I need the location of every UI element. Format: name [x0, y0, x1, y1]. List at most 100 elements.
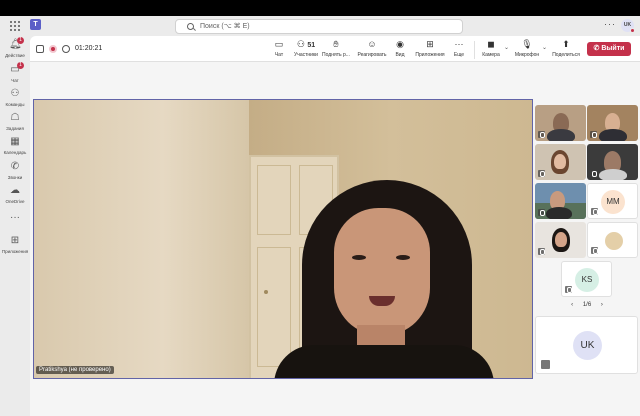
- rail-item-teams[interactable]: ⚇ Команды: [0, 88, 30, 112]
- user-initials: UK: [623, 22, 632, 28]
- participant-tile[interactable]: MM: [587, 183, 638, 219]
- rail-item-activity[interactable]: 🔔︎ 1 Действие: [0, 37, 30, 63]
- share-button[interactable]: ⬆︎ Поделиться: [552, 39, 580, 61]
- more-apps-icon: ···: [10, 212, 20, 223]
- participant-tile[interactable]: [535, 144, 586, 180]
- calendar-icon: ▦: [10, 136, 20, 147]
- participant-tile[interactable]: [535, 222, 586, 258]
- participant-tile[interactable]: [535, 183, 586, 219]
- share-label: Поделиться: [552, 52, 580, 58]
- self-initials: UK: [573, 331, 602, 360]
- mic-muted-icon: [538, 131, 545, 138]
- mic-off-icon: 🎙︎: [521, 39, 533, 49]
- info-icon[interactable]: [62, 45, 70, 53]
- participant-initials: MM: [601, 190, 625, 214]
- participants-button[interactable]: ⚇ 51 Участники: [291, 39, 321, 61]
- speaker-face: [334, 208, 430, 336]
- apps-button[interactable]: ⊞ Приложения: [414, 39, 446, 61]
- participants-label: Участники: [294, 52, 318, 58]
- search-input[interactable]: Поиск (⌥ ⌘ E): [175, 19, 463, 34]
- microphone-button[interactable]: 🎙︎ Микрофон: [514, 39, 540, 61]
- more-icon: ···: [454, 39, 464, 49]
- gallery-pager: ‹ 1/6 ›: [565, 302, 609, 308]
- participant-initials: KS: [575, 268, 599, 292]
- rail-item-more[interactable]: ···: [0, 212, 30, 236]
- system-menu-bar: [0, 0, 640, 16]
- add-app-icon: ⊞: [10, 235, 20, 246]
- speaker-eye: [396, 255, 410, 260]
- people-icon: ⚇ 51: [296, 39, 316, 49]
- speaker-name-tag: Pratikshya (не проверено): [36, 366, 114, 374]
- participants-count: 51: [307, 42, 316, 49]
- phone-hangup-icon: ✆: [593, 45, 600, 52]
- more-button[interactable]: ··· Еще: [452, 39, 466, 61]
- meeting-timer: 01:20:21: [75, 45, 103, 52]
- phone-icon: ✆: [10, 161, 20, 172]
- smiley-icon: ☺: [367, 39, 377, 49]
- participant-tile[interactable]: KS: [561, 261, 612, 297]
- toolbar-divider: [474, 41, 475, 59]
- rail-item-apps[interactable]: ⊞ Приложения: [0, 235, 30, 259]
- camera-options-chevron-icon[interactable]: ⌄: [504, 44, 509, 51]
- next-page-chevron-icon[interactable]: ›: [601, 302, 603, 308]
- speaker-shirt: [274, 345, 494, 378]
- mic-options-chevron-icon[interactable]: ⌄: [542, 44, 547, 51]
- chat-button[interactable]: ▭ Чат: [272, 39, 286, 61]
- chat-badge: 1: [17, 62, 24, 69]
- camera-off-icon: ◼︎: [487, 39, 495, 49]
- rail-item-calendar[interactable]: ▦ Календарь: [0, 136, 30, 160]
- mic-muted-icon: [538, 209, 545, 216]
- rail-item-label: Задания: [6, 126, 24, 131]
- share-icon: ⬆︎: [562, 39, 570, 49]
- search-icon: [187, 23, 194, 30]
- participant-tile[interactable]: [587, 144, 638, 180]
- rail-item-onedrive[interactable]: ☁ OneDrive: [0, 185, 30, 209]
- cloud-icon: ☁: [10, 185, 20, 196]
- view-button[interactable]: ◉ Вид: [393, 39, 407, 61]
- recording-icon: [49, 45, 57, 53]
- add-app-icon: ⊞: [426, 39, 434, 49]
- app-launcher-icon[interactable]: [10, 21, 20, 31]
- prev-page-chevron-icon[interactable]: ‹: [571, 302, 573, 308]
- rail-item-chat[interactable]: ▭ 1 Чат: [0, 62, 30, 88]
- rail-item-label: Действие: [5, 53, 25, 58]
- chat-label: Чат: [274, 52, 284, 58]
- participant-tile[interactable]: [587, 222, 638, 258]
- rail-item-label: OneDrive: [5, 199, 25, 204]
- react-label: Реагировать: [357, 52, 387, 58]
- participant-tile[interactable]: [535, 105, 586, 141]
- presence-busy-icon: [630, 28, 635, 33]
- active-speaker-video[interactable]: [33, 99, 533, 379]
- video-background: [34, 100, 249, 378]
- more-label: Еще: [453, 52, 465, 58]
- mic-muted-icon: [590, 131, 597, 138]
- leave-button[interactable]: ✆ Выйти: [587, 42, 631, 56]
- more-options-icon[interactable]: ···: [604, 19, 616, 29]
- mic-muted-icon: [565, 286, 572, 293]
- teams-icon: ⚇: [10, 88, 20, 99]
- assignments-icon: ☖: [10, 112, 20, 123]
- page-indicator: 1/6: [582, 302, 592, 308]
- mic-muted-icon: [538, 248, 545, 255]
- mic-muted-icon: [591, 208, 598, 215]
- user-avatar[interactable]: UK: [621, 19, 635, 33]
- view-icon: ◉: [396, 39, 404, 49]
- chat-icon: ▭: [274, 39, 284, 49]
- rail-item-label: Календарь: [3, 150, 27, 155]
- view-label: Вид: [395, 52, 405, 58]
- self-video-tile[interactable]: UK: [535, 316, 638, 374]
- search-placeholder: Поиск (⌥ ⌘ E): [200, 23, 250, 30]
- mic-muted-icon: [541, 360, 550, 369]
- rail-item-label: Приложения: [1, 249, 29, 254]
- raise-hand-button[interactable]: ✋︎ Поднять р...: [321, 39, 351, 61]
- participant-tile[interactable]: [587, 105, 638, 141]
- rail-item-label: Звонки: [7, 175, 23, 180]
- rail-item-calls[interactable]: ✆ Звонки: [0, 161, 30, 185]
- teams-logo-icon: T: [30, 19, 41, 30]
- door-knob: [264, 290, 268, 294]
- mic-muted-icon: [538, 170, 545, 177]
- rail-item-assignments[interactable]: ☖ Задания: [0, 112, 30, 136]
- speaker-eye: [352, 255, 366, 260]
- camera-button[interactable]: ◼︎ Камера: [480, 39, 502, 61]
- react-button[interactable]: ☺ Реагировать: [355, 39, 389, 61]
